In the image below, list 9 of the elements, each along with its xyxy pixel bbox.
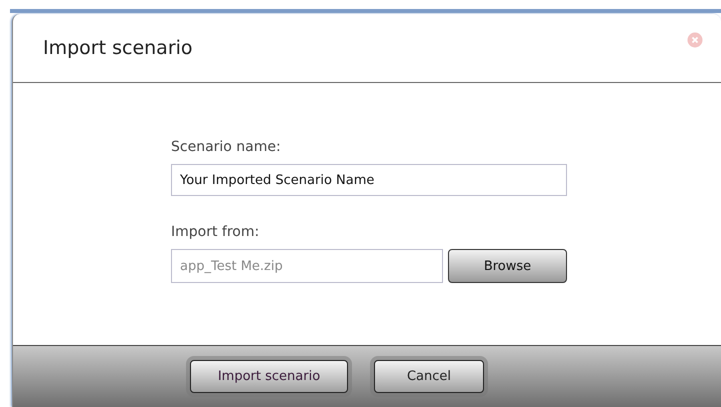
field-label: Scenario name:: [171, 139, 282, 155]
import-button[interactable]: Import scenario: [190, 360, 348, 393]
browse-button[interactable]: Browse: [448, 249, 567, 283]
cancel-button[interactable]: Cancel: [374, 360, 484, 393]
close-icon[interactable]: [687, 32, 703, 48]
dialog-title: Import scenario: [43, 37, 193, 59]
input-field[interactable]: Your Imported Scenario Name: [171, 164, 567, 196]
input-field[interactable]: app_Test Me.zip: [171, 249, 443, 283]
field-label: Import from:: [171, 224, 260, 240]
